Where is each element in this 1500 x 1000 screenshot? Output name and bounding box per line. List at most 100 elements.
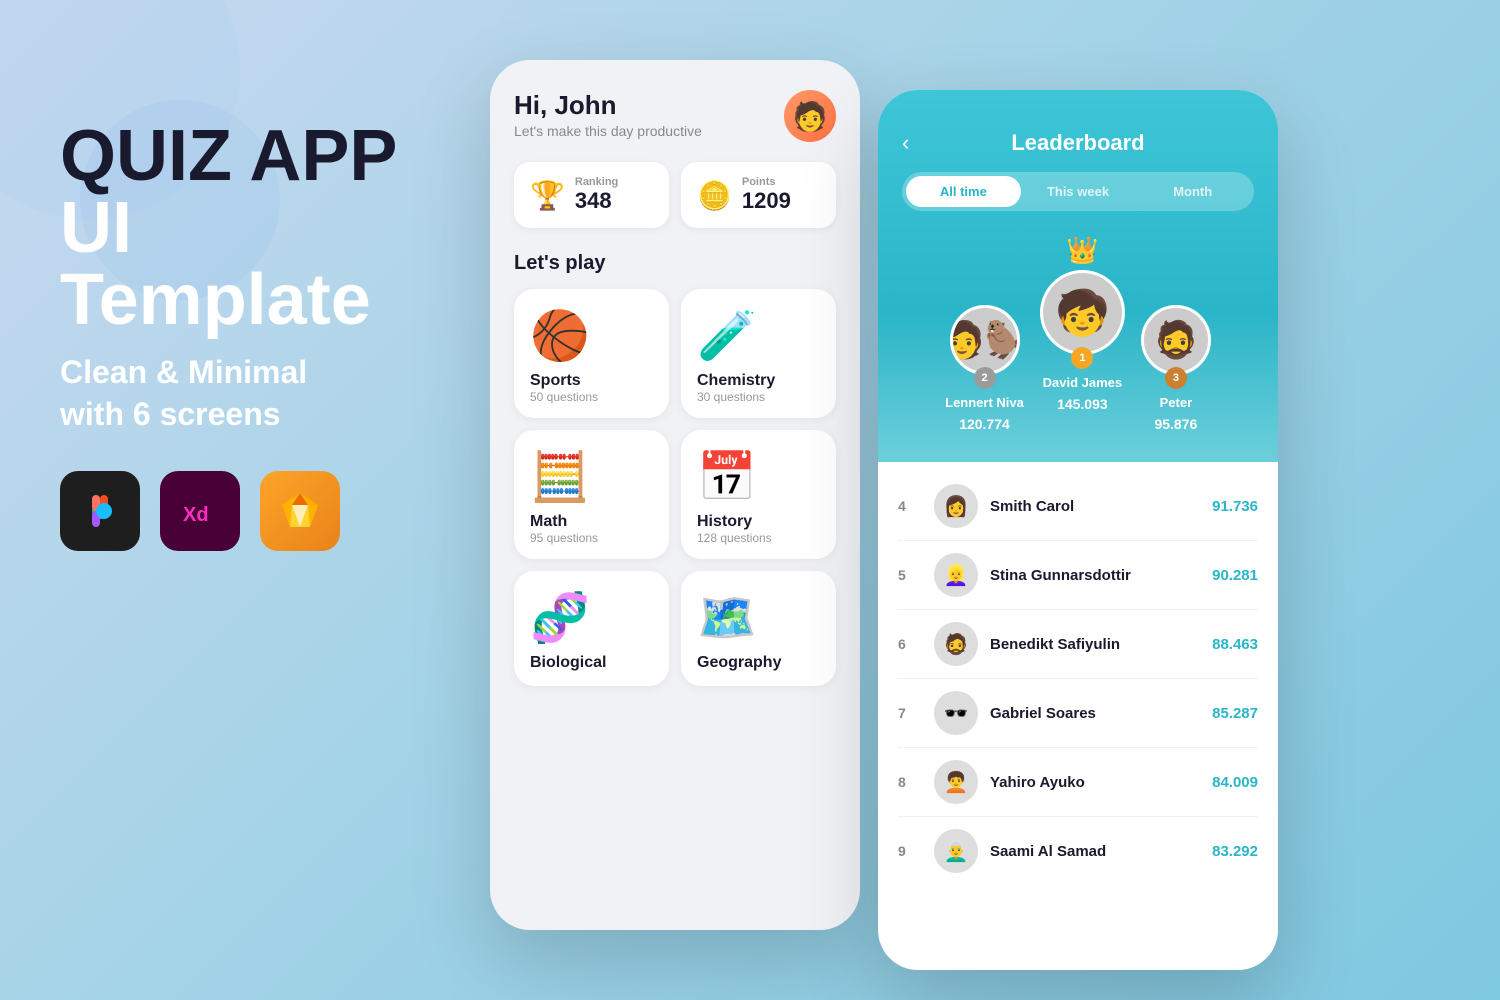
geography-icon: 🗺️ — [697, 589, 757, 646]
ranking-label: Ranking — [575, 176, 618, 188]
lb-score-5: 90.281 — [1212, 567, 1258, 584]
math-name: Math — [530, 513, 567, 531]
tool-icons-row: Xd — [60, 471, 440, 551]
lb-score-7: 85.287 — [1212, 705, 1258, 722]
tab-this-week[interactable]: This week — [1021, 176, 1136, 207]
podium-score-1: 145.093 — [1057, 396, 1108, 412]
category-geography[interactable]: 🗺️ Geography — [681, 571, 836, 686]
podium: 🧑‍🦫 2 Lennert Niva 120.774 👑 🧒 1 David J… — [902, 235, 1254, 462]
figma-icon — [60, 471, 140, 551]
rank-badge-3: 3 — [1165, 367, 1187, 389]
podium-3rd: 🧔 3 Peter 95.876 — [1141, 305, 1211, 432]
podium-score-3: 95.876 — [1154, 416, 1197, 432]
stat-points-info: Points 1209 — [742, 176, 791, 214]
lb-row-5: 5 👱‍♀️ Stina Gunnarsdottir 90.281 — [898, 541, 1258, 610]
lb-row-6: 6 🧔 Benedikt Safiyulin 88.463 — [898, 610, 1258, 679]
podium-2nd: 🧑‍🦫 2 Lennert Niva 120.774 — [945, 305, 1024, 432]
greeting-name: Hi, John — [514, 90, 702, 121]
biological-icon: 🧬 — [530, 589, 590, 646]
lb-score-8: 84.009 — [1212, 774, 1258, 791]
phone-leaderboard: ‹ Leaderboard All time This week Month 🧑… — [878, 90, 1278, 970]
lb-avatar-9: 👨‍🦳 — [934, 829, 978, 873]
lb-name-6: Benedikt Safiyulin — [990, 636, 1212, 653]
lb-avatar-4: 👩 — [934, 484, 978, 528]
history-name: History — [697, 513, 752, 531]
app-subtitle: Clean & Minimal with 6 screens — [60, 352, 440, 435]
tab-month[interactable]: Month — [1135, 176, 1250, 207]
sports-name: Sports — [530, 372, 581, 390]
back-button[interactable]: ‹ — [902, 130, 909, 156]
math-icon: 🧮 — [530, 448, 590, 505]
lb-name-4: Smith Carol — [990, 498, 1212, 515]
stats-row: 🏆 Ranking 348 🪙 Points 1209 — [514, 162, 836, 228]
chemistry-icon: 🧪 — [697, 307, 757, 364]
lb-name-7: Gabriel Soares — [990, 705, 1212, 722]
podium-name-1: David James — [1043, 375, 1123, 390]
lb-rank-4: 4 — [898, 498, 922, 514]
lb-title: Leaderboard — [1011, 130, 1144, 156]
lb-row-7: 7 🕶️ Gabriel Soares 85.287 — [898, 679, 1258, 748]
leaderboard-header: ‹ Leaderboard All time This week Month 🧑… — [878, 90, 1278, 462]
podium-score-2: 120.774 — [959, 416, 1010, 432]
stat-card-ranking: 🏆 Ranking 348 — [514, 162, 669, 228]
lb-tabs: All time This week Month — [902, 172, 1254, 211]
podium-name-3: Peter — [1160, 395, 1193, 410]
phone-quiz-app: Hi, John Let's make this day productive … — [490, 60, 860, 930]
left-section: QUIZ APP UI Template Clean & Minimal wit… — [60, 120, 440, 551]
lb-rank-9: 9 — [898, 843, 922, 859]
lb-row-8: 8 🧑‍🦱 Yahiro Ayuko 84.009 — [898, 748, 1258, 817]
podium-avatar-1: 🧒 — [1040, 270, 1125, 355]
sports-icon: 🏀 — [530, 307, 590, 364]
geography-name: Geography — [697, 654, 781, 672]
points-icon: 🪙 — [697, 179, 732, 212]
ranking-value: 348 — [575, 188, 618, 214]
category-chemistry[interactable]: 🧪 Chemistry 30 questions — [681, 289, 836, 418]
stat-ranking-info: Ranking 348 — [575, 176, 618, 214]
lb-top-bar: ‹ Leaderboard — [902, 130, 1254, 156]
app-title-black: QUIZ APP — [60, 120, 440, 192]
history-icon: 📅 — [697, 448, 757, 505]
history-count: 128 questions — [697, 531, 772, 545]
lb-avatar-5: 👱‍♀️ — [934, 553, 978, 597]
lb-avatar-6: 🧔 — [934, 622, 978, 666]
lb-name-8: Yahiro Ayuko — [990, 774, 1212, 791]
lets-play-title: Let's play — [514, 252, 836, 275]
biological-name: Biological — [530, 654, 606, 672]
chemistry-name: Chemistry — [697, 372, 775, 390]
rank-badge-1: 1 — [1071, 347, 1093, 369]
stat-card-points: 🪙 Points 1209 — [681, 162, 836, 228]
podium-1st: 👑 🧒 1 David James 145.093 — [1040, 235, 1125, 412]
lb-row-9: 9 👨‍🦳 Saami Al Samad 83.292 — [898, 817, 1258, 885]
lb-name-5: Stina Gunnarsdottir — [990, 567, 1212, 584]
lb-avatar-8: 🧑‍🦱 — [934, 760, 978, 804]
lb-rank-6: 6 — [898, 636, 922, 652]
categories-grid: 🏀 Sports 50 questions 🧪 Chemistry 30 que… — [514, 289, 836, 686]
lb-rank-5: 5 — [898, 567, 922, 583]
phone-header: Hi, John Let's make this day productive … — [514, 90, 836, 142]
greeting-subtitle: Let's make this day productive — [514, 123, 702, 139]
lb-score-4: 91.736 — [1212, 498, 1258, 515]
points-value: 1209 — [742, 188, 791, 214]
podium-name-2: Lennert Niva — [945, 395, 1024, 410]
sketch-icon — [260, 471, 340, 551]
lb-row-4: 4 👩 Smith Carol 91.736 — [898, 472, 1258, 541]
points-label: Points — [742, 176, 791, 188]
tab-all-time[interactable]: All time — [906, 176, 1021, 207]
lb-rank-8: 8 — [898, 774, 922, 790]
greeting-text: Hi, John Let's make this day productive — [514, 90, 702, 139]
category-history[interactable]: 📅 History 128 questions — [681, 430, 836, 559]
math-count: 95 questions — [530, 531, 598, 545]
lb-rank-7: 7 — [898, 705, 922, 721]
xd-icon: Xd — [160, 471, 240, 551]
svg-text:Xd: Xd — [183, 504, 209, 526]
crown-icon: 👑 — [1040, 235, 1125, 266]
category-biological[interactable]: 🧬 Biological — [514, 571, 669, 686]
lb-score-6: 88.463 — [1212, 636, 1258, 653]
rank-badge-2: 2 — [974, 367, 996, 389]
lb-avatar-7: 🕶️ — [934, 691, 978, 735]
app-title-white: UI Template — [60, 192, 440, 336]
lb-score-9: 83.292 — [1212, 843, 1258, 860]
category-sports[interactable]: 🏀 Sports 50 questions — [514, 289, 669, 418]
category-math[interactable]: 🧮 Math 95 questions — [514, 430, 669, 559]
chemistry-count: 30 questions — [697, 390, 765, 404]
